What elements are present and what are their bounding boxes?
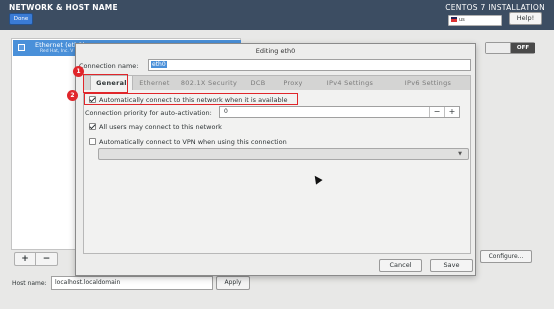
- installation-title: CENTOS 7 INSTALLATION: [445, 3, 545, 12]
- all-users-label: All users may connect to this network: [99, 123, 222, 131]
- auto-vpn-label: Automatically connect to VPN when using …: [99, 138, 287, 146]
- settings-tabs: General Ethernet 802.1X Security DCB Pro…: [83, 75, 471, 91]
- toggle-knob: [486, 43, 511, 53]
- add-device-button[interactable]: +: [15, 253, 36, 265]
- tab-8021x-security[interactable]: 802.1X Security: [176, 76, 242, 90]
- connection-name-value: eth0: [151, 61, 167, 68]
- annotation-badge-2: 2: [67, 90, 78, 101]
- toggle-state-label: OFF: [511, 43, 535, 53]
- device-vendor: Red Hat, Inc. V: [40, 49, 74, 54]
- chevron-down-icon: ▼: [458, 151, 462, 157]
- network-device-icon: [18, 44, 25, 51]
- keyboard-layout-indicator[interactable]: us: [448, 15, 502, 26]
- tab-dcb[interactable]: DCB: [244, 76, 272, 90]
- keyboard-layout-label: us: [459, 17, 465, 23]
- tab-proxy[interactable]: Proxy: [276, 76, 310, 90]
- auto-connect-highlight: [84, 93, 298, 105]
- tab-ethernet[interactable]: Ethernet: [136, 76, 173, 90]
- dialog-title: Editing eth0: [255, 47, 296, 55]
- device-add-remove: + −: [14, 252, 58, 266]
- remove-device-button[interactable]: −: [36, 253, 57, 265]
- host-name-label: Host name:: [12, 280, 47, 287]
- tab-ipv4-settings[interactable]: IPv4 Settings: [314, 76, 386, 90]
- edit-connection-dialog: Editing eth0 Connection name: eth0 Gener…: [75, 43, 476, 276]
- header-bar: NETWORK & HOST NAME Done CENTOS 7 INSTAL…: [0, 0, 554, 30]
- ethernet-toggle[interactable]: OFF: [485, 42, 535, 54]
- general-tab-highlight: [83, 74, 128, 93]
- priority-increment-button[interactable]: +: [444, 107, 459, 117]
- priority-input[interactable]: 0 − +: [219, 106, 460, 118]
- done-button[interactable]: Done: [9, 13, 33, 25]
- configure-button[interactable]: Configure...: [480, 250, 532, 263]
- keyboard-icon: [451, 17, 457, 22]
- priority-value: 0: [224, 108, 228, 115]
- auto-vpn-checkbox[interactable]: [89, 138, 96, 145]
- save-button[interactable]: Save: [430, 259, 473, 272]
- help-button[interactable]: Help!: [509, 12, 542, 25]
- host-name-input[interactable]: localhost.localdomain: [51, 276, 213, 290]
- connection-name-input[interactable]: eth0: [148, 59, 471, 71]
- connection-name-label: Connection name:: [79, 62, 139, 70]
- annotation-badge-1: 1: [73, 66, 84, 77]
- vpn-select[interactable]: ▼: [98, 148, 469, 160]
- priority-decrement-button[interactable]: −: [429, 107, 444, 117]
- all-users-checkbox[interactable]: [89, 123, 96, 130]
- cancel-button[interactable]: Cancel: [379, 259, 422, 272]
- priority-label: Connection priority for auto-activation:: [85, 109, 212, 117]
- page-title: NETWORK & HOST NAME: [9, 3, 118, 12]
- apply-button[interactable]: Apply: [216, 276, 250, 290]
- tab-ipv6-settings[interactable]: IPv6 Settings: [389, 76, 467, 90]
